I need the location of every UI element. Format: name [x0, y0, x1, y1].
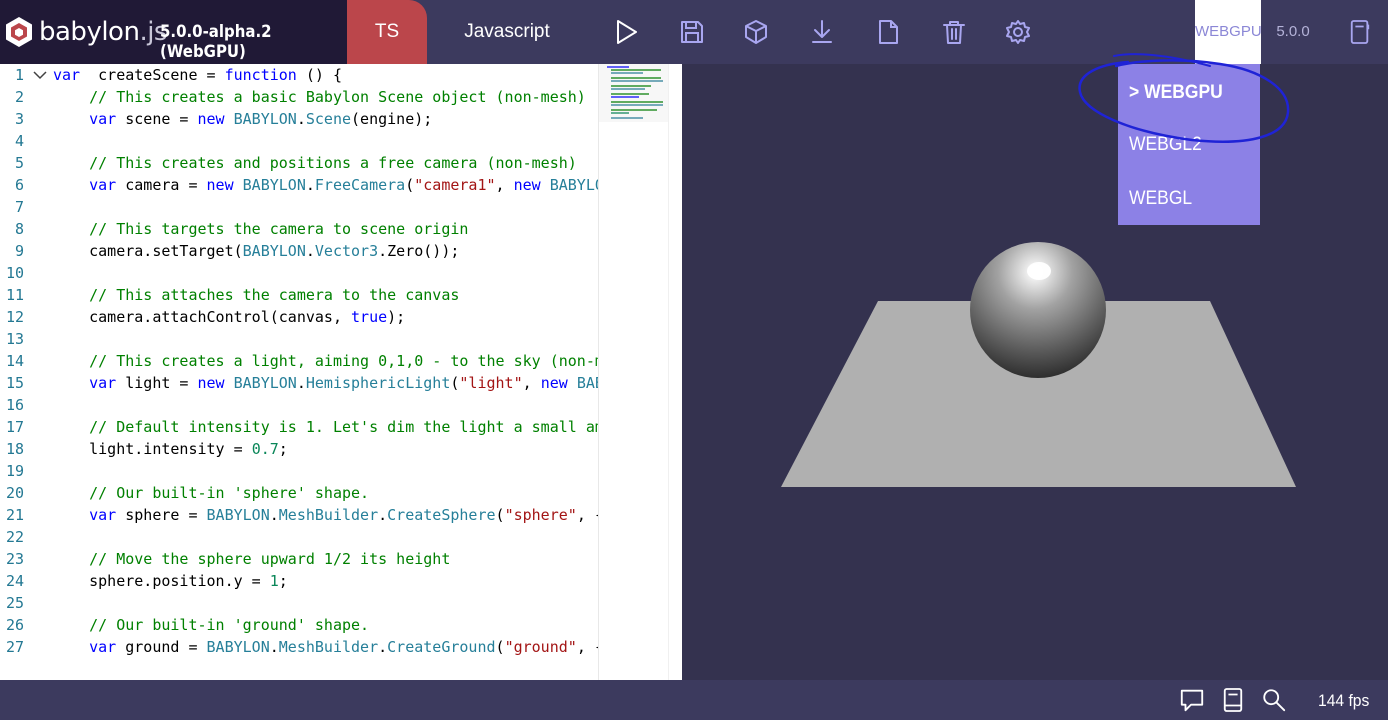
- code-line[interactable]: var ground = BABYLON.MeshBuilder.CreateG…: [53, 636, 598, 658]
- engine-version-button[interactable]: 5.0.0: [1268, 0, 1318, 64]
- code-line[interactable]: // Default intensity is 1. Let's dim the…: [53, 416, 598, 438]
- search-icon: [1263, 689, 1286, 712]
- clear-button[interactable]: [938, 16, 970, 48]
- line-number: 2: [14, 88, 24, 106]
- line-number: 26: [5, 616, 24, 634]
- scene-render: [781, 242, 1296, 487]
- line-number: 12: [5, 308, 24, 326]
- fold-chevron-icon[interactable]: [32, 65, 48, 85]
- download-icon: [812, 20, 832, 43]
- brand-name: babylon.js: [39, 17, 167, 47]
- examples-button[interactable]: [1346, 16, 1374, 48]
- line-number: 15: [5, 374, 24, 392]
- engine-selector-button[interactable]: WEBGPU: [1195, 0, 1262, 64]
- status-footer: 144 fps: [0, 680, 1388, 720]
- line-number: 16: [5, 396, 24, 414]
- line-number: 24: [5, 572, 24, 590]
- code-line[interactable]: // Our built-in 'sphere' shape.: [53, 482, 369, 504]
- tab-javascript[interactable]: Javascript: [427, 0, 587, 64]
- inspector-cube-icon: [745, 20, 767, 44]
- code-line[interactable]: // Move the sphere upward 1/2 its height: [53, 548, 450, 570]
- code-line[interactable]: // This creates a basic Babylon Scene ob…: [53, 86, 586, 108]
- line-number: 22: [5, 528, 24, 546]
- line-number: 1: [14, 66, 24, 84]
- babylon-logo-icon: [6, 17, 32, 47]
- line-number: 25: [5, 594, 24, 612]
- line-number: 6: [14, 176, 24, 194]
- code-line[interactable]: light.intensity = 0.7;: [53, 438, 288, 460]
- run-button[interactable]: [610, 16, 642, 48]
- code-minimap[interactable]: [598, 64, 669, 680]
- line-number: 13: [5, 330, 24, 348]
- line-number: 9: [14, 242, 24, 260]
- settings-gear-icon: [1006, 20, 1030, 44]
- line-number: 7: [14, 198, 24, 216]
- download-button[interactable]: [806, 16, 838, 48]
- line-number: 3: [14, 110, 24, 128]
- line-number: 27: [5, 638, 24, 656]
- settings-button[interactable]: [1002, 16, 1034, 48]
- line-number: 20: [5, 484, 24, 502]
- line-number: 11: [5, 286, 24, 304]
- code-line[interactable]: // Our built-in 'ground' shape.: [53, 614, 369, 636]
- line-number: 14: [5, 352, 24, 370]
- logo-area: babylon.js 5.0.0-alpha.2 (WebGPU): [0, 0, 347, 64]
- code-line[interactable]: var light = new BABYLON.HemisphericLight…: [53, 372, 598, 394]
- code-line[interactable]: // This attaches the camera to the canva…: [53, 284, 459, 306]
- code-line[interactable]: var sphere = BABYLON.MeshBuilder.CreateS…: [53, 504, 598, 526]
- line-number: 17: [5, 418, 24, 436]
- code-line[interactable]: sphere.position.y = 1;: [53, 570, 288, 592]
- search-button[interactable]: [1260, 686, 1288, 714]
- debug-layer-button[interactable]: [1178, 686, 1206, 714]
- sphere-highlight: [1027, 262, 1051, 280]
- line-number: 18: [5, 440, 24, 458]
- code-lines[interactable]: var createScene = function () { // This …: [53, 64, 598, 680]
- play-icon: [617, 20, 637, 44]
- code-editor[interactable]: 1 2 3 4 5 6 7 8 9 10 11 12 13 14 15 16 17 18 19 20 21 22 23 24 2…: [0, 64, 682, 680]
- line-number: 4: [14, 132, 24, 150]
- clear-trash-icon: [943, 21, 965, 44]
- docs-book-icon: [1223, 688, 1243, 712]
- code-line[interactable]: var camera = new BABYLON.FreeCamera("cam…: [53, 174, 598, 196]
- code-line[interactable]: var scene = new BABYLON.Scene(engine);: [53, 108, 432, 130]
- new-file-icon: [879, 20, 898, 44]
- engine-dropdown-menu: > WEBGPU WEBGL2 WEBGL: [1118, 64, 1260, 225]
- line-number: 10: [5, 264, 24, 282]
- engine-option-webgpu[interactable]: > WEBGPU: [1129, 81, 1223, 105]
- line-number: 21: [5, 506, 24, 524]
- version-label: 5.0.0-alpha.2 (WebGPU): [160, 22, 272, 62]
- code-line[interactable]: var createScene = function () {: [53, 64, 342, 86]
- inspector-button[interactable]: [740, 16, 772, 48]
- line-number: 5: [14, 154, 24, 172]
- code-line[interactable]: // This creates and positions a free cam…: [53, 152, 577, 174]
- code-line[interactable]: camera.setTarget(BABYLON.Vector3.Zero())…: [53, 240, 459, 262]
- render-canvas[interactable]: [682, 64, 1388, 680]
- code-line[interactable]: // This creates a light, aiming 0,1,0 - …: [53, 350, 598, 372]
- code-line[interactable]: // This targets the camera to scene orig…: [53, 218, 468, 240]
- engine-option-webgl2[interactable]: WEBGL2: [1129, 133, 1202, 157]
- line-number: 23: [5, 550, 24, 568]
- save-button[interactable]: [676, 16, 708, 48]
- line-number: 19: [5, 462, 24, 480]
- line-number-gutter: 1 2 3 4 5 6 7 8 9 10 11 12 13 14 15 16 17 18 19 20 21 22 23 24 2…: [0, 64, 52, 680]
- top-toolbar: babylon.js 5.0.0-alpha.2 (WebGPU) TS Jav…: [0, 0, 1388, 64]
- save-icon: [681, 21, 703, 43]
- engine-option-webgl[interactable]: WEBGL: [1129, 187, 1192, 211]
- docs-button[interactable]: [1219, 686, 1247, 714]
- tab-typescript[interactable]: TS: [347, 0, 427, 64]
- new-file-button[interactable]: [872, 16, 904, 48]
- debug-chat-icon: [1180, 689, 1204, 712]
- line-number: 8: [14, 220, 24, 238]
- code-line[interactable]: camera.attachControl(canvas, true);: [53, 306, 405, 328]
- fps-counter: 144 fps: [1318, 691, 1370, 710]
- minimap-slider[interactable]: [599, 64, 669, 122]
- editor-scrollbar[interactable]: [668, 64, 682, 680]
- examples-book-icon: [1350, 20, 1370, 44]
